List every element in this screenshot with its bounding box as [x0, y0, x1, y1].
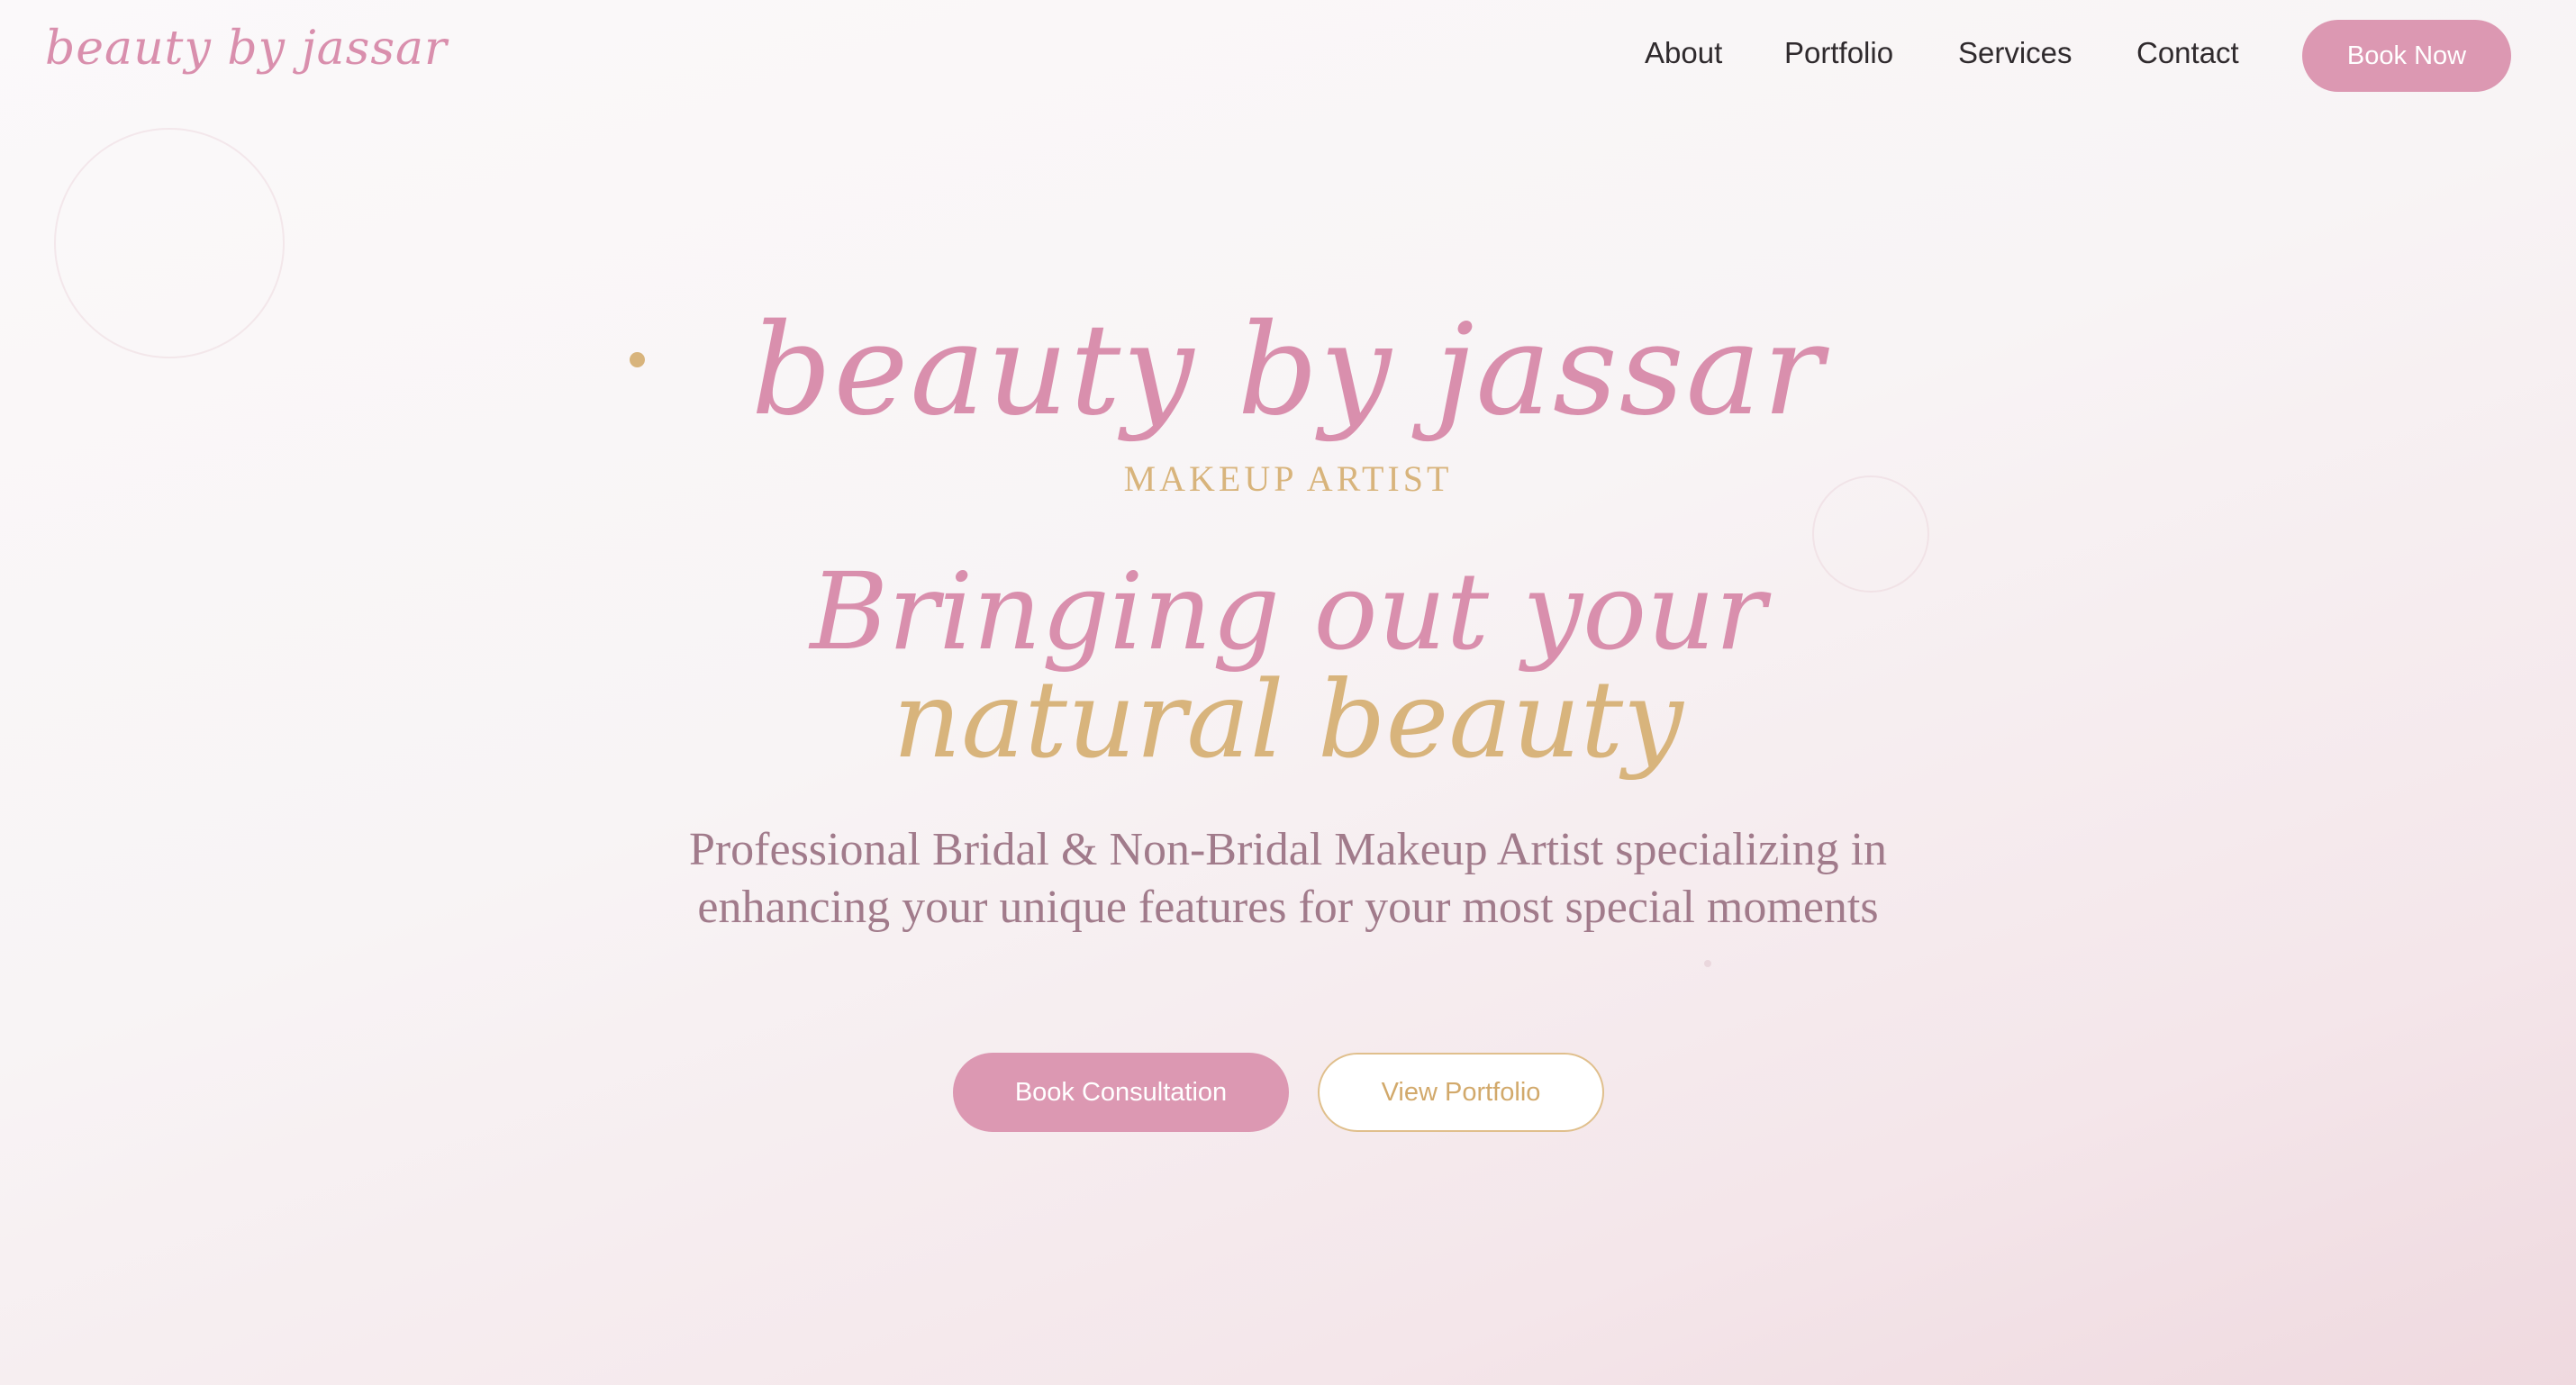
hero-section: beauty by jassar MAKEUP ARTIST Bringing …: [0, 0, 2576, 1385]
book-consultation-button[interactable]: Book Consultation: [953, 1053, 1289, 1132]
hero-subtitle: MAKEUP ARTIST: [1123, 458, 1453, 499]
view-portfolio-button[interactable]: View Portfolio: [1318, 1053, 1604, 1132]
hero-brand-name: beauty by jassar: [750, 297, 1826, 444]
hero-headline-line2: natural beauty: [893, 657, 1683, 782]
hero-headline-line1: Bringing out your: [810, 549, 1766, 674]
hero-description: Professional Bridal & Non-Bridal Makeup …: [688, 824, 1888, 933]
